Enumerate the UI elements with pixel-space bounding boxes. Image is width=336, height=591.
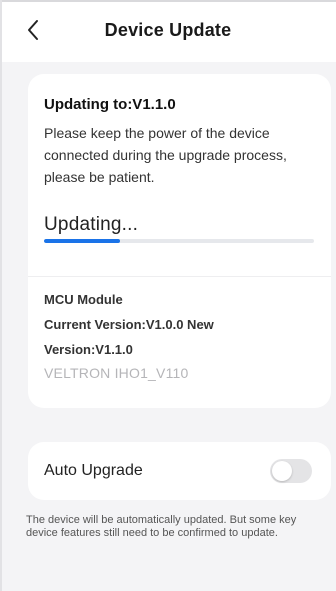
left-border <box>0 0 2 591</box>
update-description: Please keep the power of the device conn… <box>44 125 287 185</box>
auto-upgrade-label: Auto Upgrade <box>44 462 143 479</box>
current-version: Current Version:V1.0.0 New <box>44 317 214 332</box>
top-border <box>0 0 336 2</box>
auto-upgrade-card: Auto Upgrade <box>28 442 331 500</box>
module-name: MCU Module <box>44 292 123 307</box>
firmware-name: VELTRON IHO1_V110 <box>44 365 189 381</box>
page-title: Device Update <box>104 20 232 40</box>
auto-upgrade-note: The device will be automatically updated… <box>26 514 297 539</box>
new-version: Version:V1.1.0 <box>44 342 133 357</box>
header-bar: Device Update <box>0 0 336 62</box>
update-heading: Updating to:V1.1.0 <box>44 96 176 113</box>
toggle-knob <box>272 461 292 481</box>
device-update-screen: Device Update Updating to:V1.1.0 Please … <box>0 0 336 591</box>
progress-bar <box>44 239 314 243</box>
card-divider <box>28 276 331 277</box>
update-card: Updating to:V1.1.0 Please keep the power… <box>28 74 331 408</box>
progress-bar-fill <box>44 239 120 243</box>
updating-status-label: Updating... <box>44 214 139 235</box>
auto-upgrade-toggle[interactable] <box>270 459 312 483</box>
